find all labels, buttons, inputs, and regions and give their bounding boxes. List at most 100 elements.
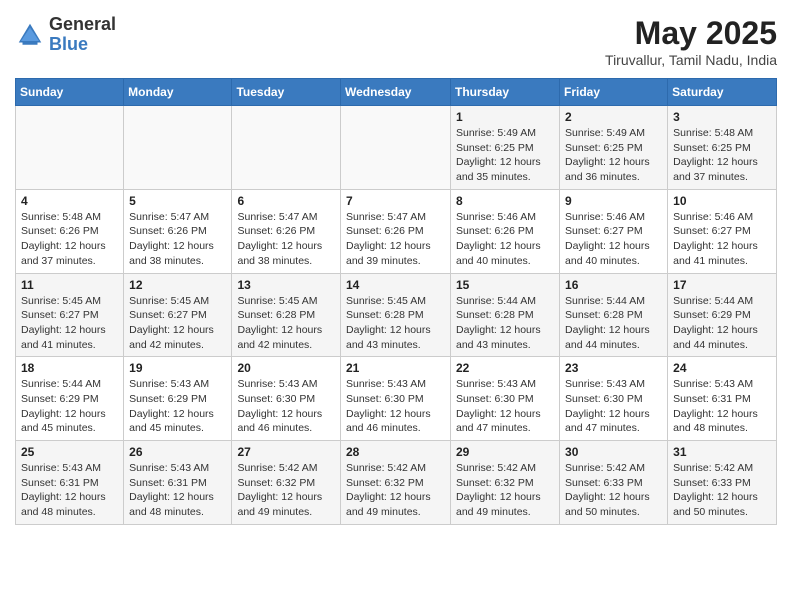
day-number: 18 (21, 361, 118, 375)
day-number: 13 (237, 278, 335, 292)
calendar-cell: 8Sunrise: 5:46 AM Sunset: 6:26 PM Daylig… (451, 189, 560, 273)
calendar-cell: 28 Sunrise: 5:42 AM Sunset: 6:32 PM Dayli… (341, 441, 451, 525)
day-number: 12 (129, 278, 226, 292)
weekday-header-thursday: Thursday (451, 79, 560, 106)
day-info: Sunrise: 5:43 AM Sunset: 6:31 PM Dayligh… (129, 461, 226, 520)
calendar-cell: 18 Sunrise: 5:44 AM Sunset: 6:29 PM Dayli… (16, 357, 124, 441)
calendar-week-row: 1 Sunrise: 5:49 AM Sunset: 6:25 PM Daylig… (16, 106, 777, 190)
day-info: Sunrise: 5:48 AM Sunset: 6:26 PM Dayligh… (21, 210, 118, 269)
day-info: Sunrise: 5:45 AM Sunset: 6:28 PM Dayligh… (346, 294, 445, 353)
day-info: Sunrise: 5:44 AM Sunset: 6:29 PM Dayligh… (673, 294, 771, 353)
calendar-week-row: 25 Sunrise: 5:43 AM Sunset: 6:31 PM Dayli… (16, 441, 777, 525)
day-number: 27 (237, 445, 335, 459)
calendar-cell: 20Sunrise: 5:43 AM Sunset: 6:30 PM Dayli… (232, 357, 341, 441)
day-number: 24 (673, 361, 771, 375)
day-number: 21 (346, 361, 445, 375)
calendar-cell: 27 Sunrise: 5:42 AM Sunset: 6:32 PM Dayli… (232, 441, 341, 525)
calendar-cell: 2 Sunrise: 5:49 AM Sunset: 6:25 PM Daylig… (560, 106, 668, 190)
day-info: Sunrise: 5:46 AM Sunset: 6:27 PM Dayligh… (565, 210, 662, 269)
weekday-header-sunday: Sunday (16, 79, 124, 106)
calendar-cell: 24Sunrise: 5:43 AM Sunset: 6:31 PM Dayli… (668, 357, 777, 441)
logo-icon (15, 20, 45, 50)
day-number: 31 (673, 445, 771, 459)
day-number: 30 (565, 445, 662, 459)
calendar-cell: 21 Sunrise: 5:43 AM Sunset: 6:30 PM Dayli… (341, 357, 451, 441)
day-number: 20 (237, 361, 335, 375)
calendar-cell: 30 Sunrise: 5:42 AM Sunset: 6:33 PM Dayli… (560, 441, 668, 525)
calendar-cell (341, 106, 451, 190)
calendar-cell (232, 106, 341, 190)
calendar-cell: 7 Sunrise: 5:47 AM Sunset: 6:26 PM Daylig… (341, 189, 451, 273)
calendar-cell: 4 Sunrise: 5:48 AM Sunset: 6:26 PM Daylig… (16, 189, 124, 273)
day-number: 10 (673, 194, 771, 208)
day-info: Sunrise: 5:42 AM Sunset: 6:32 PM Dayligh… (456, 461, 554, 520)
logo-general-text: General (49, 15, 116, 35)
calendar-cell: 17 Sunrise: 5:44 AM Sunset: 6:29 PM Dayli… (668, 273, 777, 357)
day-info: Sunrise: 5:49 AM Sunset: 6:25 PM Dayligh… (565, 126, 662, 185)
calendar-cell (124, 106, 232, 190)
calendar-cell: 11Sunrise: 5:45 AM Sunset: 6:27 PM Dayli… (16, 273, 124, 357)
day-number: 3 (673, 110, 771, 124)
day-number: 6 (237, 194, 335, 208)
calendar-cell: 19Sunrise: 5:43 AM Sunset: 6:29 PM Dayli… (124, 357, 232, 441)
logo: General Blue (15, 15, 116, 55)
day-number: 17 (673, 278, 771, 292)
day-number: 28 (346, 445, 445, 459)
calendar-cell: 1 Sunrise: 5:49 AM Sunset: 6:25 PM Daylig… (451, 106, 560, 190)
day-info: Sunrise: 5:48 AM Sunset: 6:25 PM Dayligh… (673, 126, 771, 185)
day-info: Sunrise: 5:49 AM Sunset: 6:25 PM Dayligh… (456, 126, 554, 185)
day-info: Sunrise: 5:42 AM Sunset: 6:33 PM Dayligh… (565, 461, 662, 520)
calendar-week-row: 11Sunrise: 5:45 AM Sunset: 6:27 PM Dayli… (16, 273, 777, 357)
day-info: Sunrise: 5:43 AM Sunset: 6:30 PM Dayligh… (346, 377, 445, 436)
day-info: Sunrise: 5:42 AM Sunset: 6:33 PM Dayligh… (673, 461, 771, 520)
calendar-cell: 6Sunrise: 5:47 AM Sunset: 6:26 PM Daylig… (232, 189, 341, 273)
weekday-header-saturday: Saturday (668, 79, 777, 106)
day-info: Sunrise: 5:44 AM Sunset: 6:28 PM Dayligh… (565, 294, 662, 353)
day-info: Sunrise: 5:44 AM Sunset: 6:28 PM Dayligh… (456, 294, 554, 353)
day-number: 2 (565, 110, 662, 124)
calendar-cell: 29 Sunrise: 5:42 AM Sunset: 6:32 PM Dayli… (451, 441, 560, 525)
day-info: Sunrise: 5:44 AM Sunset: 6:29 PM Dayligh… (21, 377, 118, 436)
day-number: 7 (346, 194, 445, 208)
weekday-header-wednesday: Wednesday (341, 79, 451, 106)
day-number: 5 (129, 194, 226, 208)
day-info: Sunrise: 5:43 AM Sunset: 6:30 PM Dayligh… (565, 377, 662, 436)
day-number: 29 (456, 445, 554, 459)
day-number: 23 (565, 361, 662, 375)
weekday-header-friday: Friday (560, 79, 668, 106)
calendar-cell: 22Sunrise: 5:43 AM Sunset: 6:30 PM Dayli… (451, 357, 560, 441)
day-number: 15 (456, 278, 554, 292)
calendar-cell: 26Sunrise: 5:43 AM Sunset: 6:31 PM Dayli… (124, 441, 232, 525)
calendar-cell: 9Sunrise: 5:46 AM Sunset: 6:27 PM Daylig… (560, 189, 668, 273)
calendar-cell: 14Sunrise: 5:45 AM Sunset: 6:28 PM Dayli… (341, 273, 451, 357)
day-info: Sunrise: 5:43 AM Sunset: 6:30 PM Dayligh… (456, 377, 554, 436)
calendar-cell: 13 Sunrise: 5:45 AM Sunset: 6:28 PM Dayli… (232, 273, 341, 357)
day-info: Sunrise: 5:43 AM Sunset: 6:31 PM Dayligh… (21, 461, 118, 520)
calendar-week-row: 18 Sunrise: 5:44 AM Sunset: 6:29 PM Dayli… (16, 357, 777, 441)
day-info: Sunrise: 5:42 AM Sunset: 6:32 PM Dayligh… (346, 461, 445, 520)
page-header: General Blue May 2025 Tiruvallur, Tamil … (15, 15, 777, 68)
month-year-title: May 2025 (605, 15, 777, 52)
weekday-header-row: SundayMondayTuesdayWednesdayThursdayFrid… (16, 79, 777, 106)
logo-blue-text: Blue (49, 35, 116, 55)
weekday-header-monday: Monday (124, 79, 232, 106)
day-info: Sunrise: 5:42 AM Sunset: 6:32 PM Dayligh… (237, 461, 335, 520)
calendar-table: SundayMondayTuesdayWednesdayThursdayFrid… (15, 78, 777, 525)
weekday-header-tuesday: Tuesday (232, 79, 341, 106)
day-info: Sunrise: 5:47 AM Sunset: 6:26 PM Dayligh… (346, 210, 445, 269)
day-number: 1 (456, 110, 554, 124)
day-number: 8 (456, 194, 554, 208)
day-info: Sunrise: 5:45 AM Sunset: 6:28 PM Dayligh… (237, 294, 335, 353)
calendar-cell: 16Sunrise: 5:44 AM Sunset: 6:28 PM Dayli… (560, 273, 668, 357)
calendar-cell: 10Sunrise: 5:46 AM Sunset: 6:27 PM Dayli… (668, 189, 777, 273)
calendar-cell: 31 Sunrise: 5:42 AM Sunset: 6:33 PM Dayli… (668, 441, 777, 525)
day-number: 4 (21, 194, 118, 208)
day-number: 25 (21, 445, 118, 459)
calendar-cell: 12Sunrise: 5:45 AM Sunset: 6:27 PM Dayli… (124, 273, 232, 357)
logo-text: General Blue (49, 15, 116, 55)
day-info: Sunrise: 5:47 AM Sunset: 6:26 PM Dayligh… (129, 210, 226, 269)
calendar-cell: 25 Sunrise: 5:43 AM Sunset: 6:31 PM Dayli… (16, 441, 124, 525)
day-number: 19 (129, 361, 226, 375)
calendar-cell: 3 Sunrise: 5:48 AM Sunset: 6:25 PM Daylig… (668, 106, 777, 190)
day-info: Sunrise: 5:45 AM Sunset: 6:27 PM Dayligh… (21, 294, 118, 353)
